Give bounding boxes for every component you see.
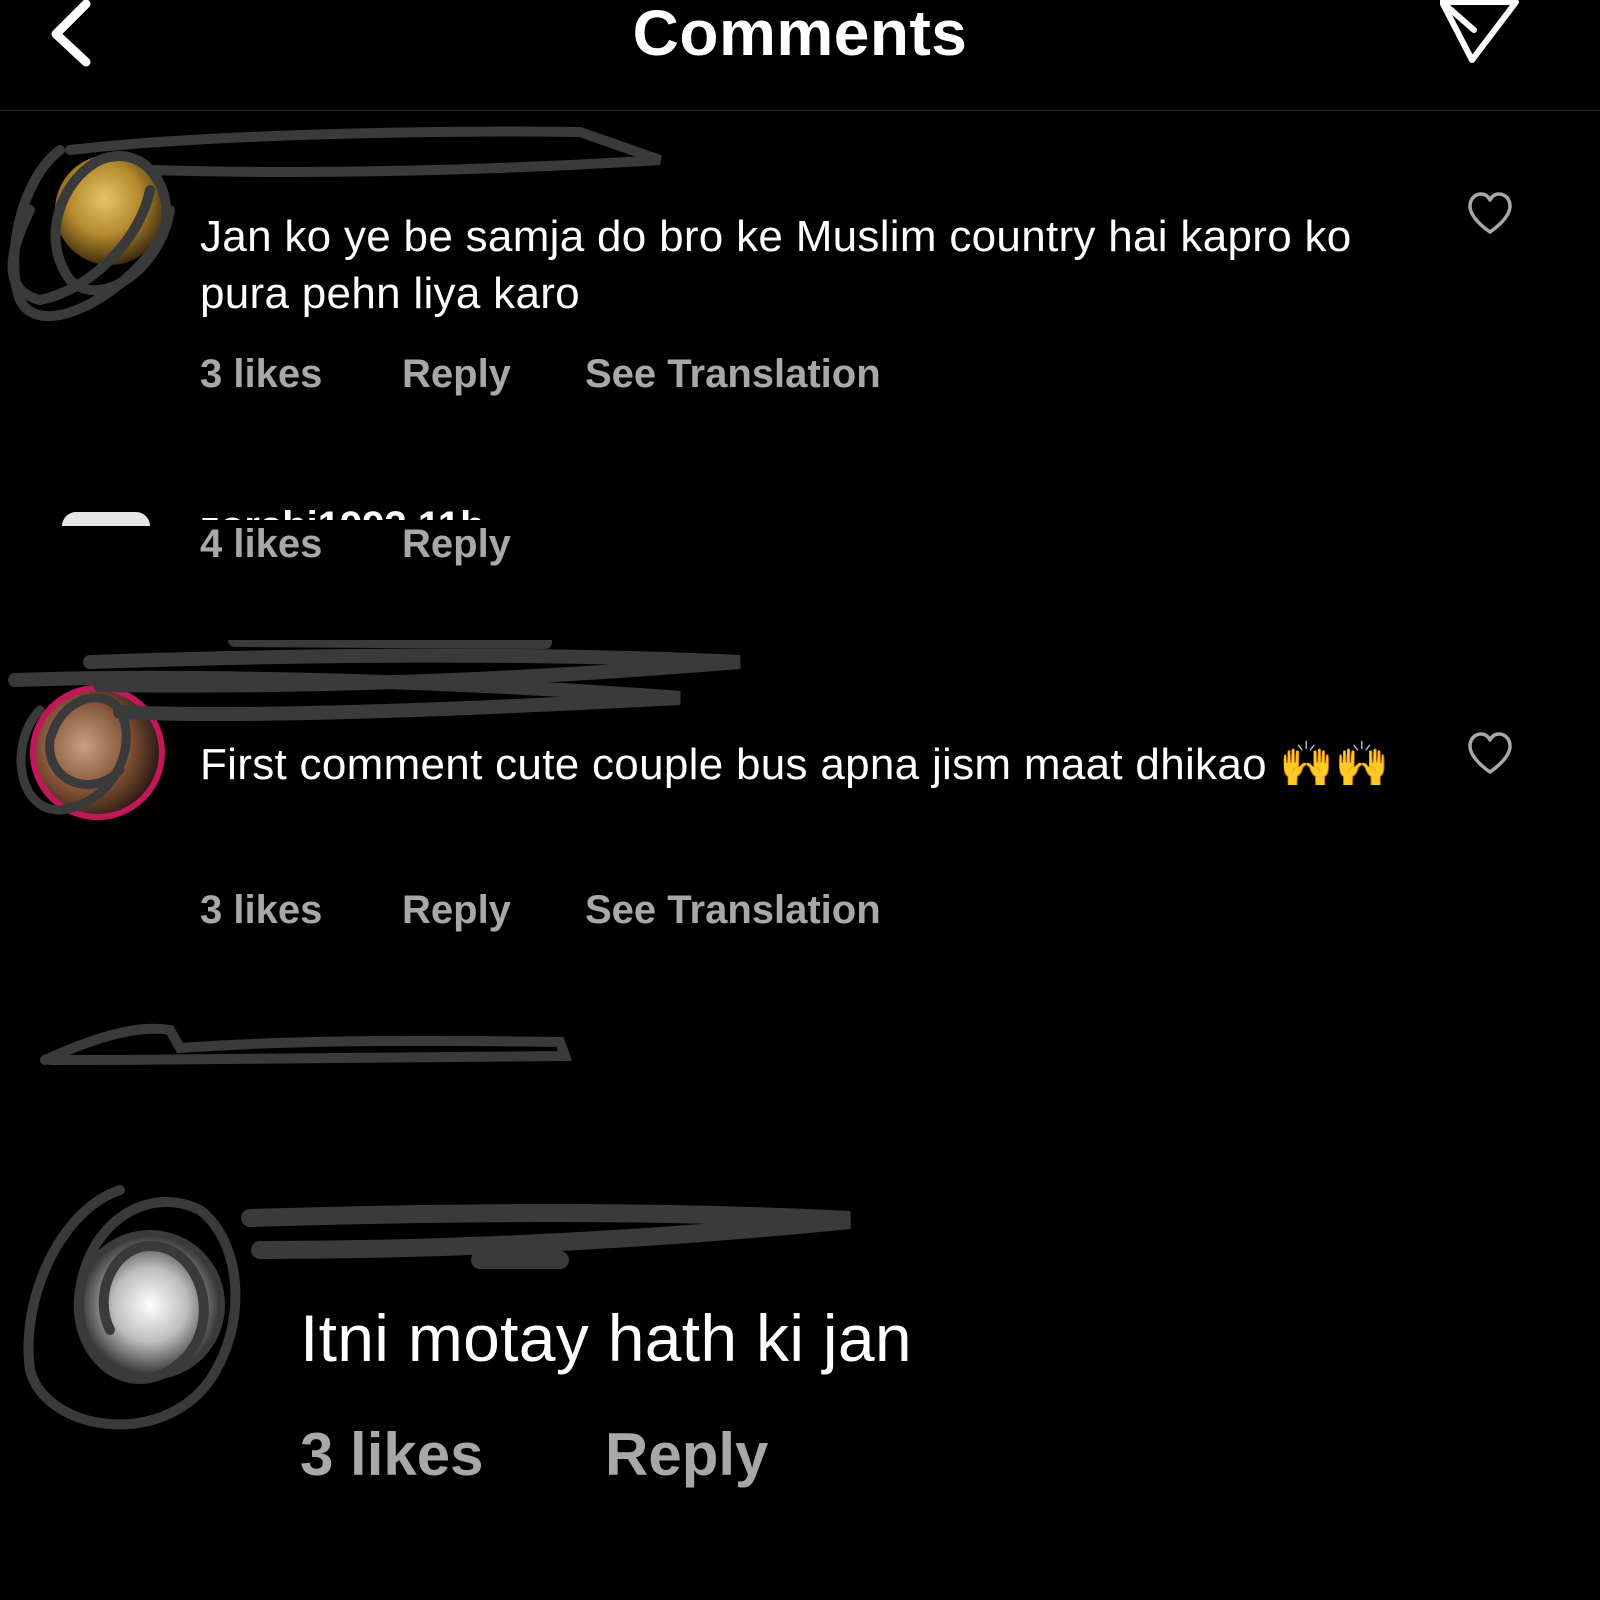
reply-button[interactable]: Reply (605, 1420, 768, 1489)
page-title: Comments (632, 0, 968, 69)
see-translation-button[interactable]: See Translation (585, 352, 881, 397)
comment-text: Itni motay hath ki jan (300, 1301, 912, 1375)
avatar[interactable] (30, 685, 165, 820)
reply-button[interactable]: Reply (402, 522, 511, 567)
comment-item: Jan ko ye be samja do bro ke Muslim coun… (0, 120, 1600, 420)
share-button[interactable] (1439, 0, 1520, 68)
comment-username[interactable]: zorshi1993 11h (200, 498, 530, 520)
redaction-scribble (40, 1023, 573, 1065)
paper-plane-icon (1439, 0, 1519, 63)
comment-item: zorshi1993 11h 4 likes Reply (0, 500, 1600, 580)
likes-count[interactable]: 3 likes (300, 1420, 484, 1489)
comment-item: Itni motay hath ki jan 3 likes Reply (0, 1180, 1600, 1540)
avatar[interactable] (55, 155, 165, 265)
likes-count[interactable]: 3 likes (200, 888, 322, 933)
comment-text: First comment cute couple bus apna jism … (200, 740, 1390, 789)
avatar[interactable] (75, 1230, 225, 1380)
reply-button[interactable]: Reply (402, 888, 511, 933)
heart-icon[interactable] (1466, 190, 1514, 238)
comment-item: First comment cute couple bus apna jism … (0, 640, 1600, 940)
likes-count[interactable]: 4 likes (200, 522, 322, 567)
avatar[interactable] (62, 512, 150, 526)
see-translation-button[interactable]: See Translation (585, 888, 881, 933)
likes-count[interactable]: 3 likes (200, 352, 322, 397)
reply-button[interactable]: Reply (402, 352, 511, 397)
comment-text: Jan ko ye be samja do bro ke Muslim coun… (200, 212, 1352, 318)
heart-icon[interactable] (1466, 730, 1514, 778)
